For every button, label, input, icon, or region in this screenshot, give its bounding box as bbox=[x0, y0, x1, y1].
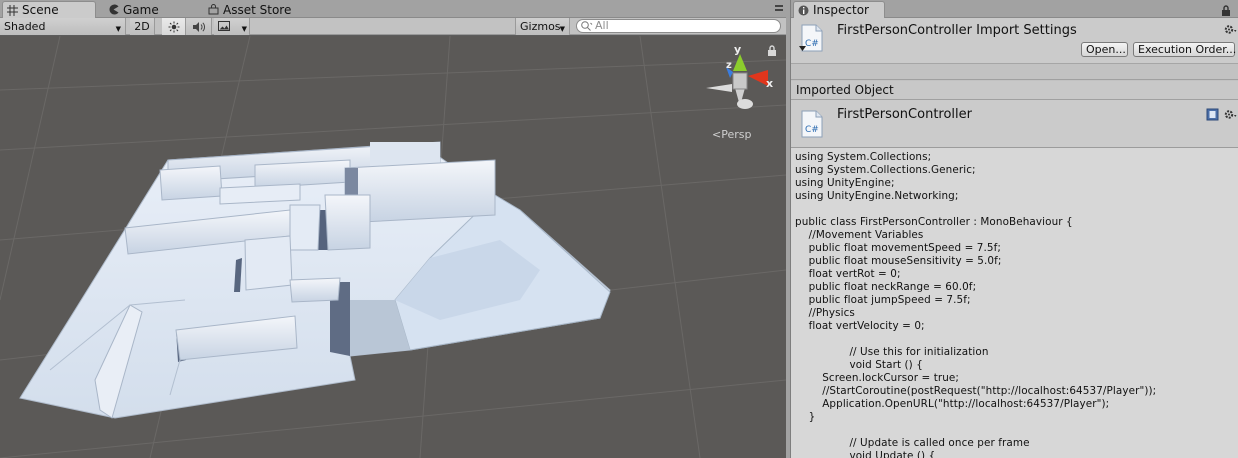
scene-3d-render bbox=[0, 36, 786, 458]
wall-block bbox=[219, 183, 301, 205]
projection-toggle[interactable]: <Persp bbox=[712, 128, 751, 141]
image-icon bbox=[218, 21, 230, 31]
inspector-tabbar: Inspector bbox=[791, 0, 1238, 18]
speaker-icon bbox=[192, 21, 205, 32]
wall-back-segment bbox=[370, 142, 440, 166]
panel-menu-icon[interactable] bbox=[772, 2, 786, 16]
import-settings-title: FirstPersonController Import Settings bbox=[837, 23, 1077, 38]
code-line: public class FirstPersonController : Mon… bbox=[795, 216, 1073, 228]
info-icon bbox=[798, 5, 809, 15]
gizmo-z-label: z bbox=[726, 60, 732, 71]
code-line: Screen.lockCursor = true; bbox=[795, 372, 960, 384]
imported-object-header: C# FirstPersonController bbox=[791, 100, 1238, 148]
sun-icon bbox=[168, 21, 179, 32]
shading-mode-label: Shaded bbox=[4, 19, 46, 33]
tab-asset-store-label: Asset Store bbox=[223, 2, 292, 17]
code-line: Application.OpenURL("http://localhost:64… bbox=[795, 398, 1110, 410]
wall-block bbox=[159, 165, 223, 201]
help-book-icon[interactable] bbox=[1206, 108, 1219, 121]
search-icon bbox=[581, 21, 593, 31]
gear-icon[interactable] bbox=[1224, 109, 1237, 120]
code-line: using UnityEngine; bbox=[795, 177, 895, 189]
code-line: } bbox=[795, 411, 816, 423]
code-line: using System.Collections; bbox=[795, 151, 932, 163]
gizmos-dropdown[interactable]: Gizmos ▼ bbox=[515, 18, 570, 35]
svg-text:C#: C# bbox=[805, 125, 819, 135]
tab-game-label: Game bbox=[123, 2, 159, 17]
effects-dropdown[interactable]: ▼ bbox=[214, 18, 250, 35]
code-line: public float movementSpeed = 7.5f; bbox=[795, 242, 1001, 254]
game-pacman-icon bbox=[109, 4, 119, 15]
search-placeholder: All bbox=[595, 19, 609, 32]
lock-icon[interactable] bbox=[767, 45, 777, 56]
tab-scene[interactable]: Scene bbox=[2, 1, 96, 18]
projection-label: Persp bbox=[721, 128, 752, 141]
lock-icon[interactable] bbox=[1221, 5, 1235, 19]
code-line: using UnityEngine.Networking; bbox=[795, 190, 959, 202]
code-line: //Physics bbox=[795, 307, 855, 319]
code-line: float vertVelocity = 0; bbox=[795, 320, 925, 332]
scene-panel: Scene Game Asset Store Shaded ▼ 2D ▼ Giz… bbox=[0, 0, 786, 458]
chevron-down-icon: ▼ bbox=[115, 25, 121, 33]
tab-inspector-label: Inspector bbox=[813, 3, 869, 17]
code-line: //StartCoroutine(postRequest("http://loc… bbox=[795, 385, 1157, 397]
shading-mode-dropdown[interactable]: Shaded ▼ bbox=[0, 18, 126, 35]
scene-tabbar: Scene Game Asset Store bbox=[0, 0, 786, 18]
wall-block bbox=[289, 204, 321, 251]
gizmo-x-label: x bbox=[766, 77, 774, 90]
script-code-preview: using System.Collections; using System.C… bbox=[791, 148, 1238, 458]
inspector-panel: Inspector C# FirstPersonController Impor… bbox=[790, 0, 1238, 458]
scene-viewport[interactable]: y z x <Persp bbox=[0, 36, 786, 458]
svg-text:C#: C# bbox=[805, 39, 819, 49]
code-line: // Update is called once per frame bbox=[795, 437, 1030, 449]
code-line: // Use this for initialization bbox=[795, 346, 989, 358]
tab-scene-label: Scene bbox=[22, 3, 59, 17]
gizmo-y-label: y bbox=[734, 43, 742, 56]
tab-asset-store[interactable]: Asset Store bbox=[204, 1, 297, 18]
csharp-file-icon: C# bbox=[801, 110, 823, 138]
asset-store-bag-icon bbox=[208, 4, 219, 15]
scene-search-input[interactable]: All bbox=[576, 19, 781, 33]
tab-inspector[interactable]: Inspector bbox=[793, 1, 885, 18]
chevron-down-icon: ▼ bbox=[241, 25, 247, 33]
toggle-2d-label: 2D bbox=[134, 19, 150, 33]
import-settings-header: C# FirstPersonController Import Settings… bbox=[791, 18, 1238, 64]
code-line: public float mouseSensitivity = 5.0f; bbox=[795, 255, 1002, 267]
code-line: //Movement Variables bbox=[795, 229, 924, 241]
code-line: void Update () { bbox=[795, 450, 936, 458]
open-button[interactable]: Open... bbox=[1081, 42, 1128, 57]
imported-object-name: FirstPersonController bbox=[837, 107, 972, 122]
execution-order-button[interactable]: Execution Order... bbox=[1133, 42, 1236, 57]
code-line: using System.Collections.Generic; bbox=[795, 164, 976, 176]
audio-toggle-button[interactable] bbox=[186, 18, 212, 35]
gizmos-label: Gizmos bbox=[520, 19, 561, 33]
imported-object-label: Imported Object bbox=[791, 81, 1238, 100]
wall-block bbox=[324, 194, 371, 251]
inspector-spacer bbox=[791, 64, 1238, 80]
expand-arrow-icon[interactable] bbox=[798, 45, 807, 53]
gear-icon[interactable] bbox=[1224, 24, 1237, 35]
chevron-down-icon: ▼ bbox=[559, 25, 565, 33]
code-line: public float neckRange = 60.0f; bbox=[795, 281, 977, 293]
lighting-toggle-button[interactable] bbox=[162, 18, 186, 35]
wall-shadow bbox=[345, 168, 358, 195]
scene-grid-icon bbox=[7, 4, 18, 16]
code-line: public float jumpSpeed = 7.5f; bbox=[795, 294, 971, 306]
scene-toolbar: Shaded ▼ 2D ▼ Gizmos ▼ All bbox=[0, 18, 786, 35]
tab-game[interactable]: Game bbox=[104, 1, 165, 18]
code-line: float vertRot = 0; bbox=[795, 268, 901, 280]
chevron-left-icon: < bbox=[712, 128, 722, 141]
wall-block bbox=[244, 235, 293, 291]
code-line: void Start () { bbox=[795, 359, 923, 371]
wall-block bbox=[289, 277, 341, 303]
toggle-2d-button[interactable]: 2D bbox=[130, 18, 155, 35]
